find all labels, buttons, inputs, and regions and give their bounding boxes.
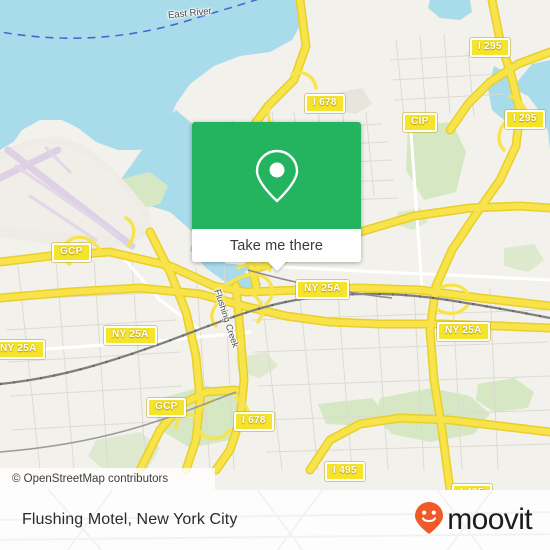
road-shield-i678-south: I 678 [234,412,274,431]
road-shield-gcp-west: GCP [52,243,91,262]
moovit-brand[interactable]: moovit [414,501,550,540]
take-me-there-button[interactable]: Take me there [192,229,361,262]
road-shield-ny25a-east: NY 25A [437,322,490,341]
map-screenshot: East River Flushing Creek I 295 I 678 CI… [0,0,550,550]
popup-pin-area [192,122,361,229]
attribution-text: © OpenStreetMap contributors [12,473,169,485]
road-shield-ny25a-west: NY 25A [0,340,45,359]
popup-pointer [266,261,287,271]
footer-bar: Flushing Motel, New York City moovit [0,490,550,550]
location-popup-card[interactable]: Take me there [192,122,361,271]
road-shield-i295-east: I 295 [505,110,545,129]
road-shield-ny25a-center: NY 25A [296,280,349,299]
road-shield-i678-north: I 678 [305,94,345,113]
map-canvas[interactable]: East River Flushing Creek I 295 I 678 CI… [0,0,550,490]
map-attribution[interactable]: © OpenStreetMap contributors [0,468,215,490]
page-title: Flushing Motel, New York City [22,511,238,528]
road-shield-i495-south: I 495 [325,462,365,481]
road-shield-i295-north: I 295 [470,38,510,57]
map-pin-icon [253,147,301,205]
moovit-pin-smile-icon [414,501,444,540]
take-me-there-label: Take me there [229,237,324,254]
road-shield-gcp-south: GCP [147,398,186,417]
moovit-wordmark: moovit [447,503,532,536]
road-shield-ny25a-mid: NY 25A [104,326,157,345]
road-shield-cip: CIP [403,113,437,132]
